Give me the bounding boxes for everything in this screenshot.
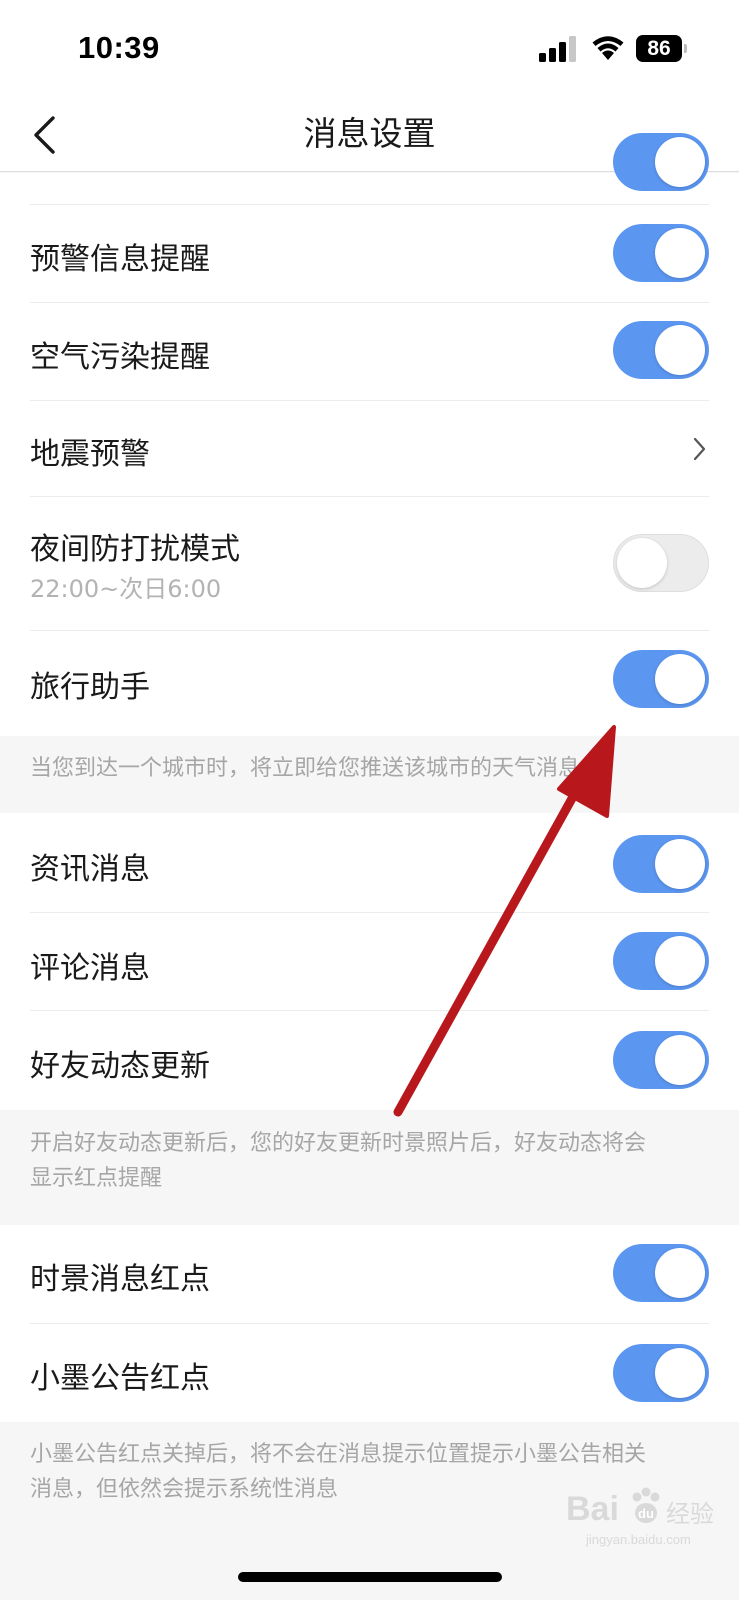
toggle-knob [655, 839, 705, 889]
cellular-signal-icon [539, 36, 576, 62]
toggle-knob [655, 1035, 705, 1085]
setting-row-travel-assistant[interactable]: 旅行助手 [0, 630, 739, 736]
status-time: 10:39 [78, 30, 160, 65]
setting-row-warning-alert[interactable]: 预警信息提醒 [0, 204, 739, 302]
toggle-knob [655, 325, 705, 375]
setting-label: 夜间防打扰模式 [30, 532, 240, 567]
setting-row-friend-updates[interactable]: 好友动态更新 [0, 1010, 739, 1110]
toggle-knob [655, 654, 705, 704]
setting-label: 小墨公告红点 [30, 1361, 210, 1396]
setting-label: 空气污染提醒 [30, 340, 210, 375]
toggle-knob [655, 137, 705, 187]
settings-group-messages: 资讯消息 评论消息 好友动态更新 [0, 813, 739, 1110]
friend-updates-description-line1: 开启好友动态更新后，您的好友更新时景照片后，好友动态将会 [30, 1131, 647, 1156]
news-toggle[interactable] [613, 835, 709, 893]
travel-assistant-description: 当您到达一个城市时，将立即给您推送该城市的天气消息 [30, 756, 581, 781]
watermark-brand: Bai [566, 1490, 619, 1528]
svg-text:du: du [638, 1506, 654, 1521]
setting-row-air-pollution[interactable]: 空气污染提醒 [0, 302, 739, 400]
chevron-right-icon [693, 437, 706, 461]
battery-level: 86 [647, 37, 671, 60]
setting-row-notice-red-dot[interactable]: 小墨公告红点 [0, 1323, 739, 1422]
setting-sublabel: 22:00~次日6:00 [30, 575, 222, 603]
settings-group-alerts: 预警信息提醒 空气污染提醒 地震预警 夜间防打扰模式 22:00~次日6:00 … [0, 133, 739, 736]
travel-assistant-toggle[interactable] [613, 650, 709, 708]
setting-label: 预警信息提醒 [30, 242, 210, 277]
partial-toggle-switch[interactable] [613, 133, 709, 191]
setting-label: 旅行助手 [30, 670, 150, 705]
setting-label: 好友动态更新 [30, 1049, 210, 1084]
back-button[interactable] [22, 106, 82, 162]
air-pollution-toggle[interactable] [613, 321, 709, 379]
toggle-knob [655, 936, 705, 986]
watermark-site: jingyan.baidu.com [586, 1532, 691, 1547]
baidu-jingyan-watermark: Bai du 经验 jingyan.baidu.com [566, 1480, 716, 1550]
friend-updates-toggle[interactable] [613, 1031, 709, 1089]
toggle-knob [655, 1348, 705, 1398]
setting-label: 评论消息 [30, 951, 150, 986]
friend-updates-description-line2: 显示红点提醒 [30, 1166, 163, 1191]
comments-toggle[interactable] [613, 932, 709, 990]
home-indicator[interactable] [238, 1572, 502, 1582]
setting-row-do-not-disturb[interactable]: 夜间防打扰模式 22:00~次日6:00 [0, 496, 739, 630]
settings-group-red-dots: 时景消息红点 小墨公告红点 [0, 1225, 739, 1422]
setting-label: 时景消息红点 [30, 1262, 210, 1297]
status-bar: 10:39 86 [0, 0, 739, 96]
toggle-knob [617, 538, 667, 588]
wifi-icon [592, 36, 624, 60]
chevron-left-icon [34, 116, 55, 154]
do-not-disturb-toggle[interactable] [613, 534, 709, 592]
paw-icon: du [632, 1487, 660, 1523]
notice-red-dot-toggle[interactable] [613, 1344, 709, 1402]
setting-row-comments[interactable]: 评论消息 [0, 912, 739, 1010]
setting-row-scene-red-dot[interactable]: 时景消息红点 [0, 1225, 739, 1323]
setting-label: 资讯消息 [30, 852, 150, 887]
watermark-brand-cn: 经验 [666, 1501, 714, 1528]
toggle-knob [655, 228, 705, 278]
notice-red-dot-description-line1: 小墨公告红点关掉后，将不会在消息提示位置提示小墨公告相关 [30, 1442, 647, 1467]
scene-red-dot-toggle[interactable] [613, 1244, 709, 1302]
toggle-knob [655, 1248, 705, 1298]
setting-label: 地震预警 [30, 437, 150, 472]
battery-icon: 86 [636, 35, 687, 62]
setting-row-news[interactable]: 资讯消息 [0, 813, 739, 912]
setting-row-earthquake[interactable]: 地震预警 [0, 400, 739, 496]
warning-alert-toggle[interactable] [613, 224, 709, 282]
